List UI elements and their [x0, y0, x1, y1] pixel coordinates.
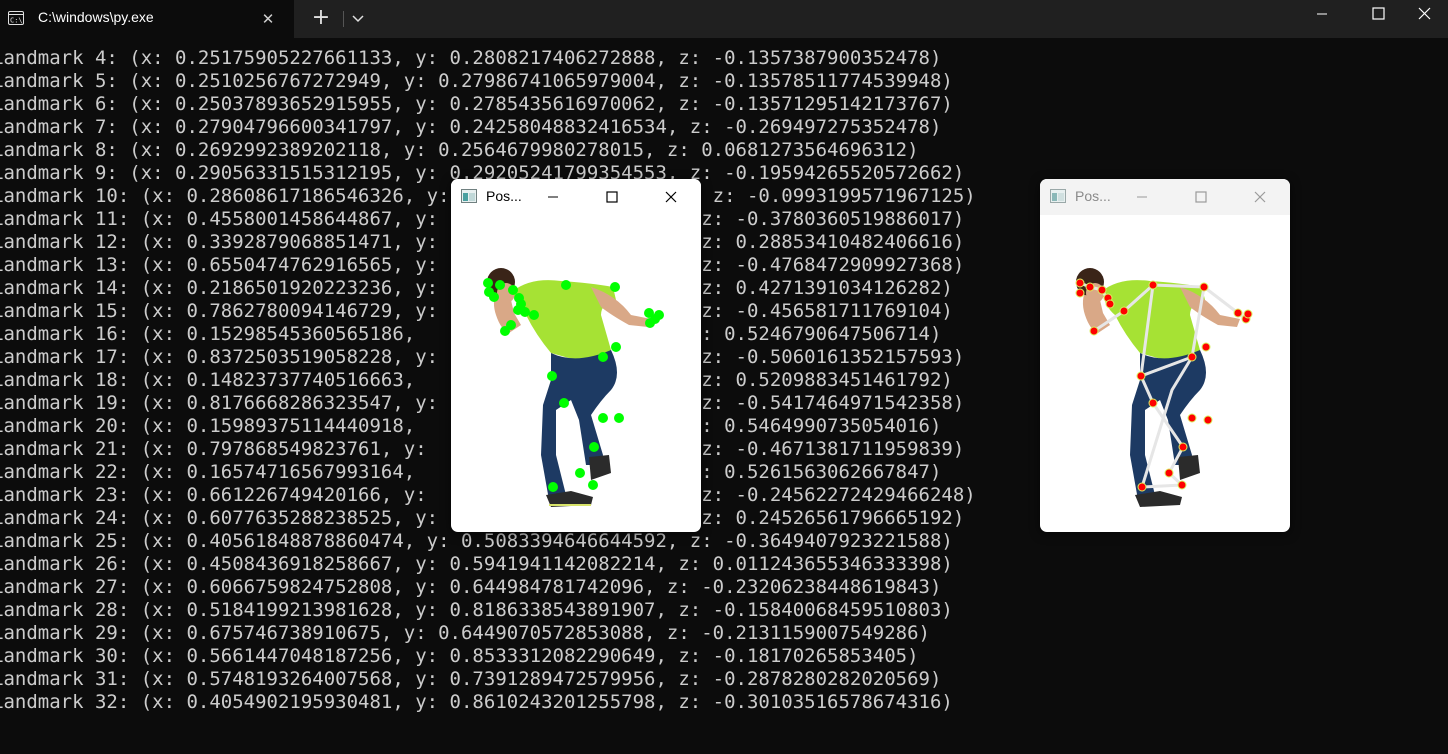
terminal-icon: C:\	[8, 11, 24, 25]
title-bar: C:\ C:\windows\py.exe ✕ +	[0, 0, 1448, 38]
app-icon	[461, 189, 477, 203]
chevron-down-icon[interactable]	[348, 8, 368, 28]
tab-title: C:\windows\py.exe	[38, 9, 154, 25]
maximize-icon[interactable]	[1189, 185, 1213, 209]
pose-window-title: Pos...	[1075, 188, 1111, 204]
close-icon[interactable]	[1400, 0, 1448, 28]
pose-image-skeleton	[1075, 268, 1253, 507]
tab-separator	[343, 11, 344, 27]
new-tab-button[interactable]: +	[308, 5, 334, 31]
app-icon	[1050, 189, 1066, 203]
output-line: Landmark 26: (x: 0.4508436918258667, y: …	[0, 553, 953, 575]
minimize-icon[interactable]	[1130, 185, 1154, 209]
pose-window-skeleton[interactable]: Pos...	[1040, 179, 1290, 532]
output-line: Landmark 25: (x: 0.40561848878860474, y:…	[0, 530, 953, 552]
pose-window-title: Pos...	[486, 188, 522, 204]
output-line: Landmark 6: (x: 0.25037893652915955, y: …	[0, 93, 953, 115]
output-line: Landmark 5: (x: 0.2510256767272949, y: 0…	[0, 70, 953, 92]
output-line: Landmark 8: (x: 0.2692992389202118, y: 0…	[0, 139, 919, 161]
minimize-icon[interactable]	[1298, 0, 1346, 28]
person-figure	[487, 268, 651, 507]
tab-close-icon[interactable]: ✕	[258, 9, 278, 29]
maximize-icon[interactable]	[600, 185, 624, 209]
output-line: Landmark 32: (x: 0.4054902195930481, y: …	[0, 691, 953, 713]
pose-image-green	[483, 268, 664, 507]
terminal-bottom-edge	[0, 748, 1448, 754]
pose-window-landmarks[interactable]: Pos...	[451, 179, 701, 532]
maximize-icon[interactable]	[1354, 0, 1402, 28]
output-line: Landmark 31: (x: 0.5748193264007568, y: …	[0, 668, 942, 690]
close-icon[interactable]	[659, 185, 683, 209]
output-line: Landmark 27: (x: 0.6066759824752808, y: …	[0, 576, 942, 598]
minimize-icon[interactable]	[541, 185, 565, 209]
svg-text:C:\: C:\	[10, 17, 23, 25]
output-line: Landmark 7: (x: 0.27904796600341797, y: …	[0, 116, 942, 138]
pose-window-titlebar[interactable]: Pos...	[451, 179, 701, 215]
output-line: Landmark 29: (x: 0.675746738910675, y: 0…	[0, 622, 930, 644]
output-line: Landmark 28: (x: 0.5184199213981628, y: …	[0, 599, 953, 621]
terminal-tab[interactable]: C:\ C:\windows\py.exe ✕	[0, 0, 294, 38]
pose-window-titlebar[interactable]: Pos...	[1040, 179, 1290, 215]
close-icon[interactable]	[1248, 185, 1272, 209]
person-figure	[1076, 268, 1240, 507]
output-line: Landmark 30: (x: 0.5661447048187256, y: …	[0, 645, 919, 667]
output-line: Landmark 4: (x: 0.25175905227661133, y: …	[0, 47, 942, 69]
